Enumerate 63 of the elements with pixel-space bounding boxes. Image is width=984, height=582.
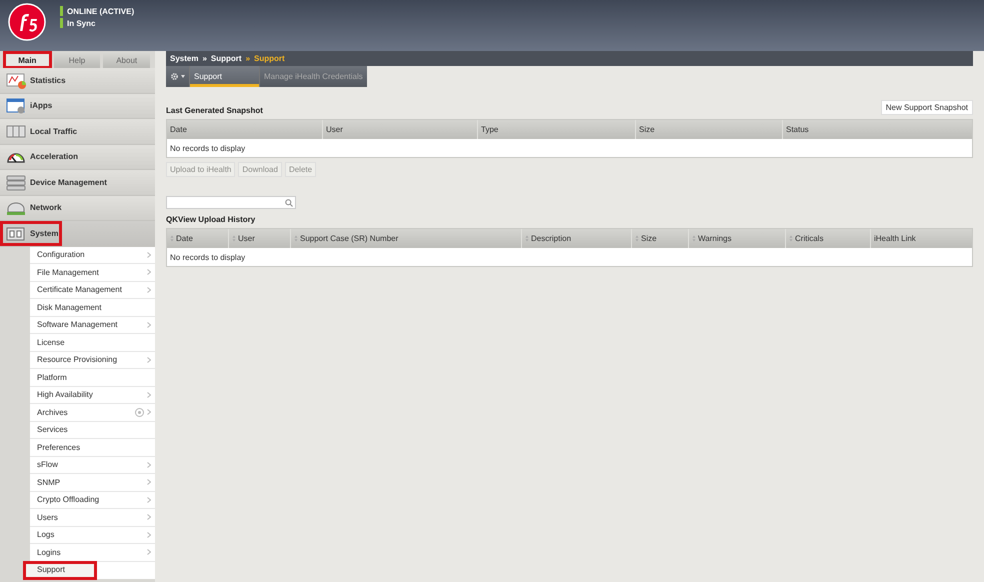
column-header[interactable]: Type — [478, 120, 636, 139]
column-header[interactable]: Date — [167, 120, 323, 139]
status-text: In Sync — [67, 18, 96, 28]
submenu-item[interactable]: SNMP — [30, 474, 155, 492]
submenu-item[interactable]: Archives — [30, 404, 155, 422]
breadcrumb-item: Support — [254, 54, 285, 63]
column-header[interactable]: Criticals — [786, 229, 871, 248]
nav-item[interactable]: System — [0, 221, 155, 246]
section-title: QKView Upload History — [166, 215, 256, 224]
submenu-item[interactable]: Crypto Offloading — [30, 492, 155, 509]
breadcrumb-item: System — [170, 54, 198, 63]
caret-icon — [181, 75, 185, 78]
nav-item[interactable]: Statistics — [0, 68, 155, 94]
column-header[interactable]: User — [229, 229, 291, 248]
nav-item[interactable]: Network — [0, 196, 155, 221]
breadcrumb-item: Support — [210, 54, 242, 63]
breadcrumb-item: » — [246, 54, 250, 63]
nav-item[interactable]: iApps — [0, 94, 155, 119]
breadcrumb-item: » — [202, 54, 207, 63]
search-icon — [285, 198, 293, 206]
submenu-item[interactable]: Software Management — [30, 316, 155, 334]
submenu-item[interactable]: High Availability — [30, 386, 155, 404]
column-header[interactable]: Status — [783, 120, 972, 139]
submenu-item[interactable]: File Management — [30, 264, 155, 282]
submenu-item[interactable]: Services — [30, 422, 155, 439]
column-header[interactable]: iHealth Link — [871, 229, 972, 248]
column-header[interactable]: Date — [167, 229, 229, 248]
page-tab[interactable]: Support — [189, 66, 259, 87]
column-header[interactable]: Support Case (SR) Number — [291, 229, 522, 248]
submenu-item[interactable]: Resource Provisioning — [30, 352, 155, 369]
submenu-item[interactable]: Certificate Management — [30, 282, 155, 299]
submenu-item[interactable]: Configuration — [30, 246, 155, 264]
submenu-item[interactable]: Preferences — [30, 439, 155, 456]
submenu-item[interactable]: Disk Management — [30, 299, 155, 316]
submenu-item[interactable]: Users — [30, 509, 155, 526]
settings-icon — [170, 72, 179, 81]
new-snapshot-button[interactable]: New Support Snapshot — [880, 100, 973, 115]
nav-item[interactable]: Acceleration — [0, 144, 155, 170]
submenu-item[interactable]: Logs — [30, 526, 155, 544]
sidebar-tab[interactable]: Main — [4, 52, 51, 68]
chart-icon — [6, 72, 26, 89]
panel-icon — [6, 224, 26, 242]
submenu-item[interactable]: sFlow — [30, 456, 155, 474]
server-icon — [6, 122, 26, 140]
search-field[interactable] — [166, 196, 296, 209]
column-header[interactable]: Size — [636, 120, 783, 139]
empty-message: No records to display — [170, 252, 246, 262]
section-title: Last Generated Snapshot — [166, 106, 263, 115]
stack-icon — [6, 174, 26, 191]
status-text: ONLINE (ACTIVE) — [67, 6, 134, 16]
add-icon[interactable] — [135, 408, 144, 417]
column-header[interactable]: Warnings — [689, 229, 786, 248]
submenu-item[interactable]: License — [30, 334, 155, 352]
window-icon — [6, 97, 26, 114]
submenu-item[interactable]: Platform — [30, 369, 155, 386]
column-header[interactable]: Description — [522, 229, 632, 248]
column-header[interactable]: User — [323, 120, 478, 139]
column-header[interactable]: Size — [632, 229, 689, 248]
logo-icon — [8, 3, 46, 41]
submenu-item[interactable]: Support — [24, 562, 96, 579]
empty-message: No records to display — [170, 144, 246, 152]
nav-item[interactable]: Local Traffic — [0, 119, 155, 144]
nav-item[interactable]: Device Management — [0, 170, 155, 196]
